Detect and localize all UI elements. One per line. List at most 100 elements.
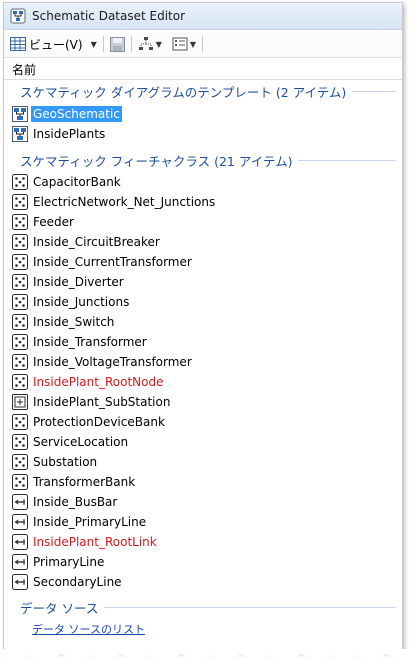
item-label: Feeder	[33, 215, 74, 229]
feature-class-list-item[interactable]: InsidePlant_RootNode	[12, 373, 165, 391]
group-divider	[104, 606, 396, 608]
node-icon	[12, 234, 28, 250]
torn-edge-decoration	[1, 649, 411, 661]
node-icon	[12, 174, 28, 190]
item-label: ServiceLocation	[33, 435, 129, 449]
feature-class-list-item[interactable]: InsidePlant_SubStation	[12, 393, 172, 411]
node-icon	[12, 194, 28, 210]
node-icon	[12, 474, 28, 490]
window-title: Schematic Dataset Editor	[32, 9, 186, 23]
item-label: InsidePlant_RootLink	[33, 535, 157, 549]
item-label: PrimaryLine	[33, 555, 105, 569]
link-icon	[12, 534, 28, 550]
diagram-template-icon	[12, 126, 28, 142]
schematic-editor-app-icon	[10, 8, 26, 24]
item-label: Substation	[33, 455, 98, 469]
node-icon	[12, 434, 28, 450]
item-label: TransformerBank	[33, 475, 136, 489]
feature-class-list-item[interactable]: Inside_BusBar	[12, 493, 119, 511]
feature-class-list-item[interactable]: Feeder	[12, 213, 76, 231]
chevron-down-icon: ▼	[189, 39, 197, 49]
item-label: Inside_CurrentTransformer	[33, 255, 192, 269]
save-button[interactable]	[108, 33, 127, 55]
group-header-feature-classes-label: スケマティック フィーチャクラス (21 アイテム)	[20, 153, 293, 169]
name-column-label: 名前	[12, 62, 37, 77]
group-divider	[352, 90, 396, 92]
feature-class-list-item[interactable]: TransformerBank	[12, 473, 137, 491]
feature-class-list-item[interactable]: ServiceLocation	[12, 433, 130, 451]
toolbar-separator	[102, 36, 104, 52]
item-label: InsidePlants	[33, 127, 106, 141]
node-icon	[12, 374, 28, 390]
feature-class-list-item[interactable]: ElectricNetwork_Net_Junctions	[12, 193, 217, 211]
template-list-item[interactable]: InsidePlants	[12, 125, 107, 143]
node-icon	[12, 274, 28, 290]
item-label: Inside_Diverter	[33, 275, 124, 289]
template-list-item[interactable]: GeoSchematic	[12, 105, 122, 123]
feature-class-list-item[interactable]: Inside_PrimaryLine	[12, 513, 148, 531]
item-label: GeoSchematic	[31, 106, 122, 122]
group-header-templates: スケマティック ダイアグラムのテンプレート (2 アイテム)	[4, 81, 402, 101]
item-label: ProtectionDeviceBank	[33, 415, 165, 429]
feature-class-list-item[interactable]: InsidePlant_RootLink	[12, 533, 159, 551]
node-icon	[12, 354, 28, 370]
group-header-data-sources: データ ソース	[4, 597, 402, 617]
feature-class-list-item[interactable]: PrimaryLine	[12, 553, 106, 571]
link-icon	[12, 514, 28, 530]
node-on-link-icon	[12, 394, 28, 410]
item-label: Inside_Transformer	[33, 335, 147, 349]
editor-window: Schematic Dataset Editor ビュー(V) ▼ ▼ ▼ 名前…	[1, 2, 411, 661]
feature-class-list-item[interactable]: Inside_CurrentTransformer	[12, 253, 194, 271]
item-label: CapacitorBank	[33, 175, 121, 189]
group-header-data-sources-label: データ ソース	[20, 600, 99, 616]
item-label: Inside_PrimaryLine	[33, 515, 147, 529]
link-icon	[12, 494, 28, 510]
toolbar: ビュー(V) ▼ ▼ ▼	[4, 31, 402, 58]
node-icon	[12, 254, 28, 270]
view-menu-label: ビュー(V)	[29, 37, 83, 52]
item-label: Inside_CircuitBreaker	[33, 235, 160, 249]
item-label: SecondaryLine	[33, 575, 122, 589]
link-icon	[12, 554, 28, 570]
name-column-header[interactable]: 名前	[4, 59, 402, 80]
group-header-templates-label: スケマティック ダイアグラムのテンプレート (2 アイテム)	[20, 84, 347, 100]
feature-class-list-item[interactable]: Inside_Junctions	[12, 293, 131, 311]
data-source-list-link[interactable]: データ ソースのリスト	[32, 621, 145, 637]
feature-class-list-item[interactable]: Inside_Switch	[12, 313, 116, 331]
title-bar: Schematic Dataset Editor	[4, 3, 402, 30]
item-label: Inside_Switch	[33, 315, 115, 329]
node-icon	[12, 294, 28, 310]
properties-list-icon	[172, 37, 188, 51]
group-divider	[298, 159, 396, 161]
group-header-feature-classes: スケマティック フィーチャクラス (21 アイテム)	[4, 150, 402, 170]
feature-class-list-item[interactable]: Inside_VoltageTransformer	[12, 353, 194, 371]
node-icon	[12, 454, 28, 470]
item-label: Inside_Junctions	[33, 295, 130, 309]
chevron-down-icon: ▼	[155, 39, 162, 49]
feature-class-list-item[interactable]: SecondaryLine	[12, 573, 124, 591]
node-icon	[12, 314, 28, 330]
feature-class-list-item[interactable]: CapacitorBank	[12, 173, 123, 191]
item-label: ElectricNetwork_Net_Junctions	[33, 195, 216, 209]
feature-class-list-item[interactable]: Substation	[12, 453, 99, 471]
toolbar-separator	[130, 36, 132, 52]
grid-view-icon	[10, 37, 26, 51]
feature-class-list-item[interactable]: Inside_Diverter	[12, 273, 126, 291]
diagram-template-icon	[12, 106, 28, 122]
item-label: InsidePlant_RootNode	[33, 375, 164, 389]
feature-class-list-item[interactable]: Inside_Transformer	[12, 333, 149, 351]
properties-button[interactable]: ▼	[170, 33, 198, 55]
layout-options-button[interactable]: ▼	[136, 33, 164, 55]
node-icon	[12, 214, 28, 230]
feature-class-list-item[interactable]: ProtectionDeviceBank	[12, 413, 167, 431]
tree-layout-icon	[138, 37, 153, 50]
toolbar-separator	[202, 36, 204, 52]
feature-class-list-item[interactable]: Inside_CircuitBreaker	[12, 233, 162, 251]
item-label: Inside_BusBar	[33, 495, 118, 509]
link-icon	[12, 574, 28, 590]
view-menu-button[interactable]: ビュー(V) ▼	[8, 33, 99, 55]
item-label: InsidePlant_SubStation	[33, 395, 171, 409]
node-icon	[12, 334, 28, 350]
save-icon	[109, 36, 125, 52]
item-label: Inside_VoltageTransformer	[33, 355, 192, 369]
